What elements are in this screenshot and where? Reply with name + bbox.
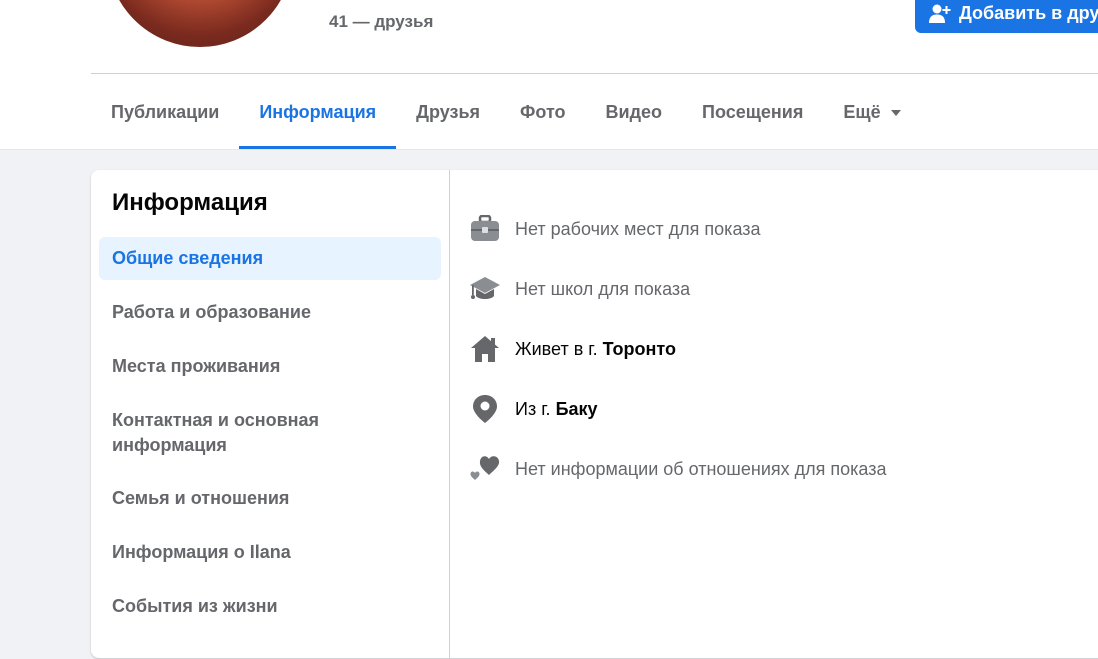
tab-about[interactable]: Информация — [239, 74, 396, 150]
location-pin-icon — [469, 393, 501, 425]
about-card: Информация Общие сведения Работа и образ… — [91, 170, 1098, 658]
info-from-text: Из г. Баку — [515, 398, 598, 419]
tab-friends[interactable]: Друзья — [396, 74, 500, 150]
add-friend-label: Добавить в друзья — [959, 3, 1098, 23]
info-lives-text: Живет в г. Торонто — [515, 338, 676, 359]
add-friend-button[interactable]: Добавить в друзья — [915, 0, 1098, 33]
info-row-school: Нет школ для показа — [469, 269, 690, 309]
tab-more[interactable]: Ещё — [823, 74, 920, 150]
about-title: Информация — [112, 189, 268, 216]
nav-life-events[interactable]: События из жизни — [99, 594, 441, 619]
about-sidebar: Информация Общие сведения Работа и образ… — [91, 170, 450, 658]
caret-down-icon — [890, 110, 901, 116]
graduation-cap-icon — [469, 273, 501, 305]
info-row-from: Из г. Баку — [469, 389, 598, 429]
info-school-text: Нет школ для показа — [515, 278, 691, 299]
profile-avatar[interactable] — [103, 0, 297, 51]
info-relationship-text: Нет информации об отношениях для показа — [515, 458, 887, 479]
tab-posts[interactable]: Публикации — [91, 74, 239, 150]
nav-details-about[interactable]: Информация о Ilana — [99, 540, 441, 565]
nav-family-relationships[interactable]: Семья и отношения — [99, 486, 441, 511]
info-row-lives: Живет в г. Торонто — [469, 329, 676, 369]
friends-count[interactable]: 41 — друзья — [329, 12, 433, 32]
hearts-icon — [469, 453, 501, 485]
nav-overview[interactable]: Общие сведения — [99, 237, 441, 280]
nav-places-lived[interactable]: Места проживания — [99, 354, 441, 379]
nav-contact-info[interactable]: Контактная и основная информация — [99, 408, 349, 458]
home-icon — [469, 333, 501, 365]
lives-city-link[interactable]: Торонто — [603, 339, 676, 359]
nav-work-education[interactable]: Работа и образование — [99, 300, 441, 325]
tab-videos[interactable]: Видео — [586, 74, 683, 150]
profile-header: 41 — друзья Добавить в друзья Публикации… — [0, 0, 1098, 150]
tab-photos[interactable]: Фото — [500, 74, 585, 150]
briefcase-icon — [469, 213, 501, 245]
from-city-link[interactable]: Баку — [556, 399, 598, 419]
info-work-text: Нет рабочих мест для показа — [515, 218, 761, 239]
person-add-icon — [929, 4, 951, 23]
profile-tabs: Публикации Информация Друзья Фото Видео … — [91, 74, 921, 150]
info-row-relationship: Нет информации об отношениях для показа — [469, 449, 886, 489]
tab-checkins[interactable]: Посещения — [682, 74, 823, 150]
info-row-work: Нет рабочих мест для показа — [469, 209, 761, 249]
